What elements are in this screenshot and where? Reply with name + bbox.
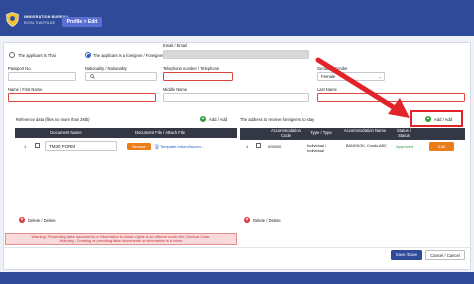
annotation-arrow-icon [315, 57, 410, 118]
annotation-highlight-box [410, 110, 463, 127]
